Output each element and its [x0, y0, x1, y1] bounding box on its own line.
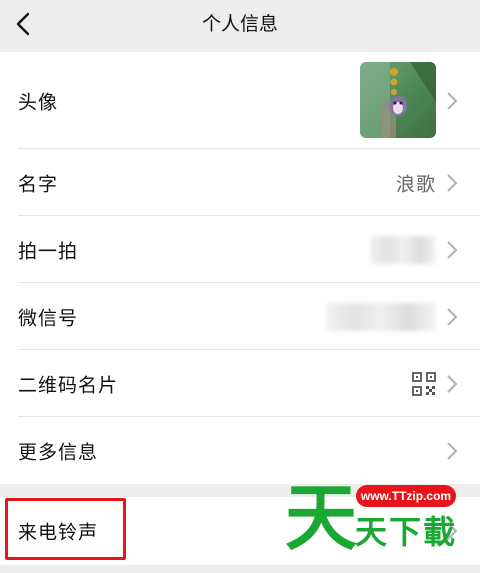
blurred-value	[370, 235, 436, 264]
highlight-box	[5, 498, 126, 560]
profile-row-pat[interactable]: 拍一拍	[0, 216, 480, 283]
chevron-right-icon	[447, 91, 458, 110]
watermark-url: www.TTzip.com	[356, 485, 456, 507]
row-label: 二维码名片	[18, 374, 119, 396]
watermark-text: 天下載	[355, 513, 458, 551]
profile-list: 头像 名字 浪歌 拍一拍 微信号 二维码名片 更多信息	[0, 52, 480, 484]
name-value: 浪歌	[395, 173, 436, 195]
chevron-right-icon	[447, 441, 458, 460]
profile-row-name[interactable]: 名字 浪歌	[0, 149, 480, 216]
profile-row-avatar[interactable]: 头像	[0, 52, 480, 149]
bottom-gap	[0, 565, 480, 573]
chevron-right-icon	[447, 173, 458, 192]
profile-row-wechat-id[interactable]: 微信号	[0, 283, 480, 350]
row-label: 拍一拍	[18, 240, 79, 262]
row-label: 微信号	[18, 307, 79, 329]
chevron-right-icon	[447, 240, 458, 259]
row-label: 更多信息	[18, 441, 99, 463]
blurred-value	[326, 302, 436, 331]
row-label: 头像	[18, 91, 59, 113]
chevron-right-icon	[447, 374, 458, 393]
profile-row-qr-card[interactable]: 二维码名片	[0, 350, 480, 417]
nav-bar: 个人信息	[0, 0, 480, 50]
watermark-logo: 天	[285, 476, 358, 560]
avatar[interactable]	[360, 62, 436, 138]
row-label: 名字	[18, 173, 59, 195]
qr-code-icon	[412, 371, 436, 396]
profile-row-more-info[interactable]: 更多信息	[0, 417, 480, 484]
chevron-right-icon	[447, 307, 458, 326]
page-title: 个人信息	[201, 13, 278, 35]
